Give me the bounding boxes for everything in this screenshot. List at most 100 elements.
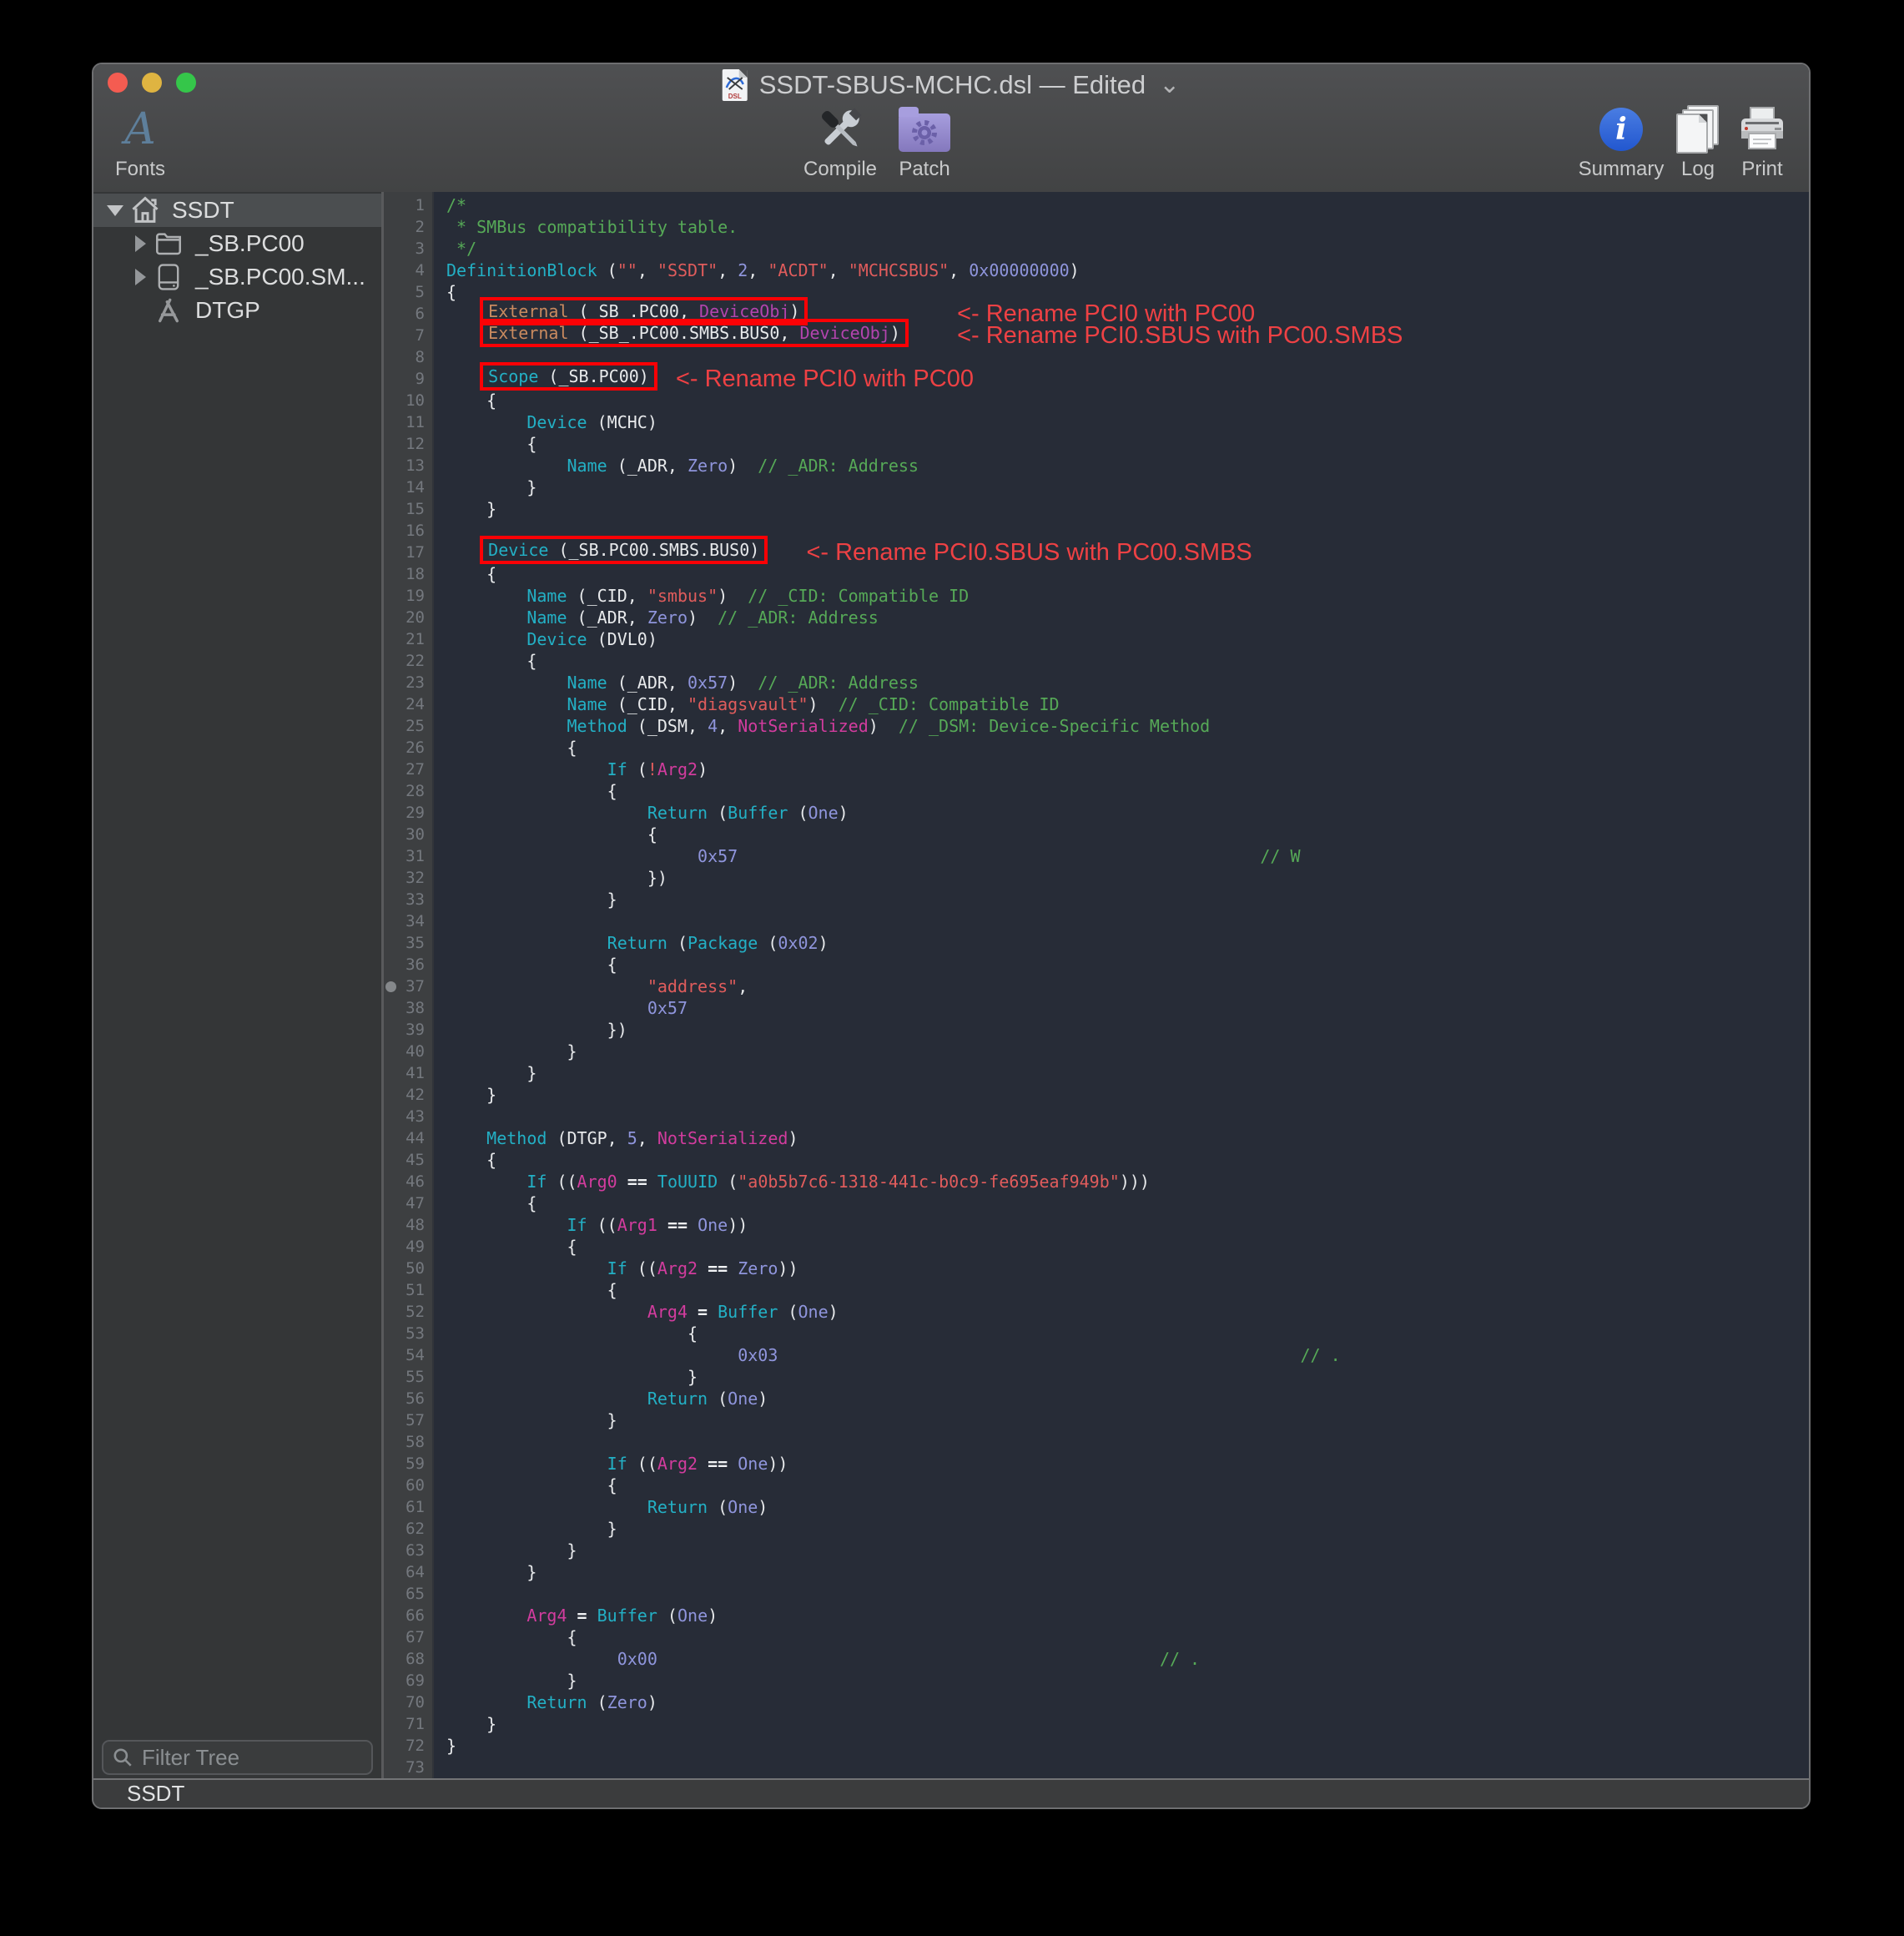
log-button[interactable]: Log	[1667, 103, 1729, 181]
close-button[interactable]	[108, 73, 128, 93]
line-number: 57	[384, 1409, 432, 1431]
line-number: 31	[384, 845, 432, 867]
code-line: 23 Name (_ADR, 0x57) // _ADR: Address	[384, 672, 1809, 693]
disclosure-right-icon[interactable]	[135, 269, 146, 285]
search-icon	[112, 1747, 133, 1768]
zoom-button[interactable]	[176, 73, 196, 93]
line-number: 8	[384, 346, 432, 368]
line-number: 54	[384, 1344, 432, 1366]
code-line: 4DefinitionBlock ("", "SSDT", 2, "ACDT",…	[384, 260, 1809, 281]
line-number: 38	[384, 997, 432, 1019]
code-line: 70 Return (Zero)	[384, 1691, 1809, 1713]
sidebar-item-dtgp[interactable]: DTGP	[93, 294, 381, 327]
line-number: 50	[384, 1258, 432, 1279]
line-number: 25	[384, 715, 432, 737]
code-line: 72}	[384, 1735, 1809, 1757]
line-number: 56	[384, 1388, 432, 1409]
patch-annotation: <- Rename PCI0.SBUS with PC00.SMBS	[806, 539, 1252, 566]
sidebar-item-label: SSDT	[172, 197, 234, 224]
code-line: 54 0x03 // .	[384, 1344, 1809, 1366]
line-number: 39	[384, 1019, 432, 1041]
compile-label: Compile	[803, 158, 877, 181]
line-number: 67	[384, 1626, 432, 1648]
code-line: 35 Return (Package (0x02)	[384, 932, 1809, 954]
disclosure-right-icon[interactable]	[135, 235, 146, 252]
code-line: 40 }	[384, 1041, 1809, 1062]
filter-tree-field[interactable]	[102, 1740, 373, 1775]
code-line: 13 Name (_ADR, Zero) // _ADR: Address	[384, 455, 1809, 476]
line-number: 23	[384, 672, 432, 693]
patch-button[interactable]: Patch	[889, 103, 960, 181]
line-number: 13	[384, 455, 432, 476]
code-line: 36 {	[384, 954, 1809, 976]
code-editor[interactable]: 1/*2 * SMBus compatibility table.3 */4De…	[384, 192, 1809, 1778]
summary-button[interactable]: i Summary	[1575, 103, 1667, 181]
line-number: 66	[384, 1605, 432, 1626]
code-line: 11 Device (MCHC)	[384, 411, 1809, 433]
fonts-button[interactable]: A Fonts	[105, 103, 175, 181]
code-line: 3 */	[384, 238, 1809, 260]
summary-label: Summary	[1579, 158, 1665, 181]
code-line: 20 Name (_ADR, Zero) // _ADR: Address	[384, 607, 1809, 628]
code-line: 17 Device (_SB.PC00.SMBS.BUS0) <- Rename…	[384, 542, 1809, 563]
code-line: 1/*	[384, 194, 1809, 216]
print-button[interactable]: Print	[1729, 103, 1796, 181]
code-line: 37 "address",	[384, 976, 1809, 997]
sidebar-item-sb-pc00[interactable]: _SB.PC00	[93, 227, 381, 260]
line-number: 36	[384, 954, 432, 976]
line-number: 22	[384, 650, 432, 672]
code-line: 50 If ((Arg2 == Zero))	[384, 1258, 1809, 1279]
line-number: 43	[384, 1106, 432, 1127]
line-number: 10	[384, 390, 432, 411]
code-line: 52 Arg4 = Buffer (One)	[384, 1301, 1809, 1323]
line-number: 2	[384, 216, 432, 238]
sidebar-item-sb-pc00-sm[interactable]: _SB.PC00.SM...	[93, 260, 381, 294]
patch-annotation: <- Rename PCI0 with PC00	[676, 366, 974, 392]
line-number: 58	[384, 1431, 432, 1453]
line-number: 16	[384, 520, 432, 542]
line-number: 24	[384, 693, 432, 715]
code-line: 68 0x00 // .	[384, 1648, 1809, 1670]
line-number: 28	[384, 780, 432, 802]
disclosure-down-icon[interactable]	[107, 205, 123, 216]
window-controls	[108, 73, 196, 93]
compile-button[interactable]: Compile	[798, 103, 882, 181]
line-number: 59	[384, 1453, 432, 1475]
line-number: 62	[384, 1518, 432, 1540]
patch-label: Patch	[899, 158, 949, 181]
code-line: 51 {	[384, 1279, 1809, 1301]
line-number: 21	[384, 628, 432, 650]
patch-highlight-box: Scope (_SB.PC00)	[480, 362, 657, 391]
sidebar: SSDT _SB.PC00	[93, 192, 381, 1778]
document-icon: DSL	[723, 69, 748, 101]
hammer-wrench-icon	[813, 103, 867, 156]
filter-tree-input[interactable]	[140, 1744, 363, 1772]
code-line: 63 }	[384, 1540, 1809, 1561]
patch-annotation: <- Rename PCI0.SBUS with PC00.SMBS	[957, 322, 1403, 349]
document-icon-label: DSL	[723, 93, 748, 100]
line-number: 18	[384, 563, 432, 585]
line-number: 29	[384, 802, 432, 824]
code-line: 12 {	[384, 433, 1809, 455]
line-number: 19	[384, 585, 432, 607]
line-number: 27	[384, 759, 432, 780]
line-number: 41	[384, 1062, 432, 1084]
code-line: 47 {	[384, 1192, 1809, 1214]
line-number: 35	[384, 932, 432, 954]
line-number: 3	[384, 238, 432, 260]
line-number: 7	[384, 325, 432, 346]
minimize-button[interactable]	[142, 73, 162, 93]
sidebar-item-ssdt[interactable]: SSDT	[93, 194, 381, 227]
code-line: 48 If ((Arg1 == One))	[384, 1214, 1809, 1236]
toolbar: DSL SSDT-SBUS-MCHC.dsl — Edited ⌄ A Font…	[93, 64, 1809, 192]
status-path[interactable]: SSDT	[127, 1781, 184, 1807]
printer-icon	[1738, 103, 1786, 156]
line-number: 30	[384, 824, 432, 845]
window-title-group[interactable]: DSL SSDT-SBUS-MCHC.dsl — Edited ⌄	[723, 69, 1181, 101]
line-number: 40	[384, 1041, 432, 1062]
code-line: 9 Scope (_SB.PC00) <- Rename PCI0 with P…	[384, 368, 1809, 390]
line-number: 1	[384, 194, 432, 216]
code-line: 14 }	[384, 476, 1809, 498]
chevron-down-icon[interactable]: ⌄	[1159, 77, 1180, 93]
line-number: 4	[384, 260, 432, 281]
